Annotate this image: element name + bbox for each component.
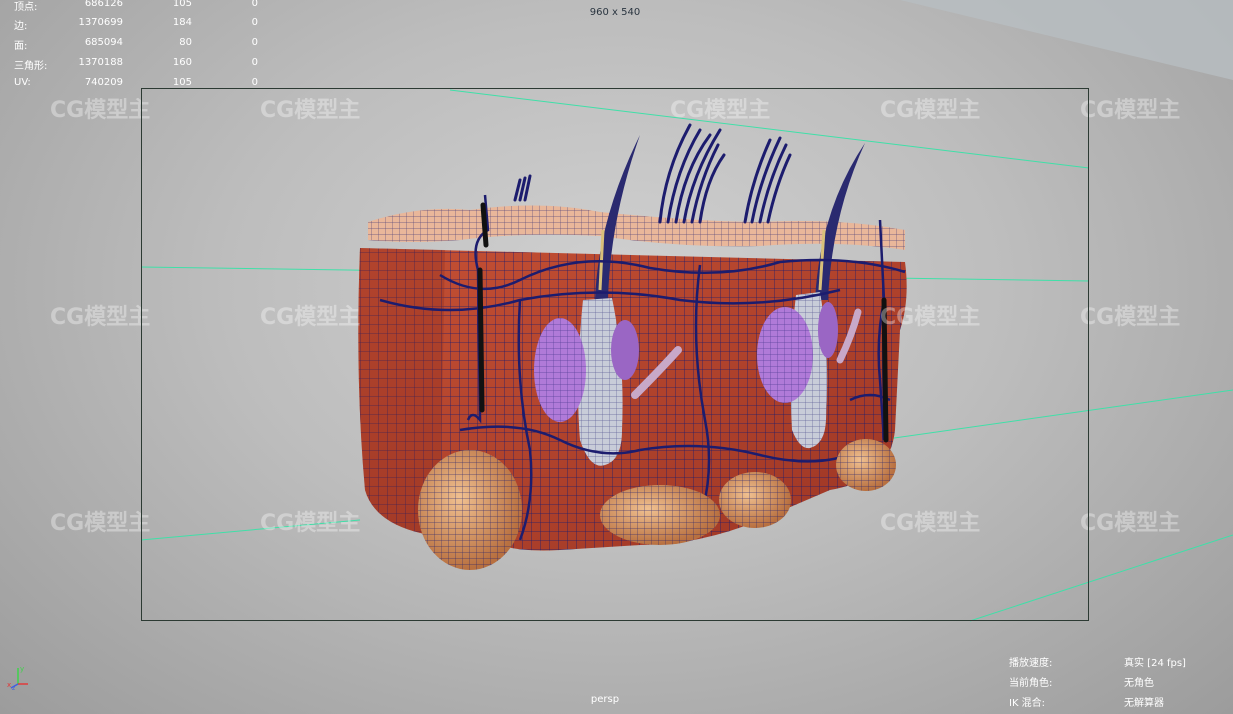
stat-value-component: 0 bbox=[251, 17, 258, 28]
watermark-text: CG模型主 bbox=[1080, 98, 1180, 123]
playback-speed-value: 真实 [24 fps] bbox=[1124, 658, 1186, 669]
stat-value-total: 685094 bbox=[84, 37, 123, 48]
stat-value-total: 1370699 bbox=[78, 17, 123, 28]
watermark-text: CG模型主 bbox=[50, 305, 150, 330]
stat-value-component: 0 bbox=[251, 77, 258, 88]
stat-value-total: 740209 bbox=[84, 77, 123, 88]
fat-cluster-right bbox=[836, 439, 896, 491]
playback-speed-label: 播放速度: bbox=[1009, 658, 1053, 669]
stat-label: 顶点: bbox=[14, 2, 38, 13]
watermark-text: CG模型主 bbox=[50, 511, 150, 536]
viewport-scene: CG模型主 CG模型主 CG模型主 CG模型主 CG模型主 CG模型主 CG模型… bbox=[50, 0, 1233, 622]
svg-text:x: x bbox=[7, 681, 11, 689]
xyz-axis-icon: y x z bbox=[7, 665, 28, 690]
stat-value-selected: 80 bbox=[179, 37, 192, 48]
stat-value-selected: 105 bbox=[172, 77, 192, 88]
current-character-value: 无角色 bbox=[1124, 678, 1154, 689]
stat-label: 边: bbox=[14, 21, 28, 32]
watermark-text: CG模型主 bbox=[50, 98, 150, 123]
watermark-text: CG模型主 bbox=[880, 511, 980, 536]
resolution-label: 960 x 540 bbox=[589, 7, 641, 18]
stat-value-component: 0 bbox=[251, 37, 258, 48]
stat-value-selected: 184 bbox=[172, 17, 192, 28]
watermark-text: CG模型主 bbox=[1080, 511, 1180, 536]
stat-value-selected: 105 bbox=[172, 0, 192, 9]
stat-value-component: 0 bbox=[251, 0, 258, 9]
stat-label: 三角形: bbox=[14, 61, 48, 72]
fat-cluster-left bbox=[418, 450, 522, 570]
ik-blend-value: 无解算器 bbox=[1124, 698, 1164, 709]
svg-text:z: z bbox=[12, 685, 15, 690]
watermark-text: CG模型主 bbox=[260, 305, 360, 330]
stat-value-total: 686126 bbox=[84, 0, 123, 9]
stat-label: UV: bbox=[14, 77, 31, 88]
skin-model bbox=[358, 123, 907, 570]
stat-label: 面: bbox=[14, 41, 28, 52]
watermark-text: CG模型主 bbox=[260, 98, 360, 123]
maya-viewport[interactable]: CG模型主 CG模型主 CG模型主 CG模型主 CG模型主 CG模型主 CG模型… bbox=[0, 0, 1233, 714]
watermark-text: CG模型主 bbox=[260, 511, 360, 536]
watermark-text: CG模型主 bbox=[880, 305, 980, 330]
svg-text:y: y bbox=[20, 665, 24, 673]
ik-blend-label: IK 混合: bbox=[1009, 698, 1046, 709]
stat-value-component: 0 bbox=[251, 57, 258, 68]
far-plane bbox=[900, 0, 1233, 80]
camera-name: persp bbox=[590, 694, 620, 705]
current-character-label: 当前角色: bbox=[1009, 678, 1053, 689]
watermark-text: CG模型主 bbox=[1080, 305, 1180, 330]
watermark-text: CG模型主 bbox=[670, 98, 770, 123]
watermark-text: CG模型主 bbox=[880, 98, 980, 123]
stat-value-selected: 160 bbox=[172, 57, 192, 68]
stat-value-total: 1370188 bbox=[78, 57, 123, 68]
